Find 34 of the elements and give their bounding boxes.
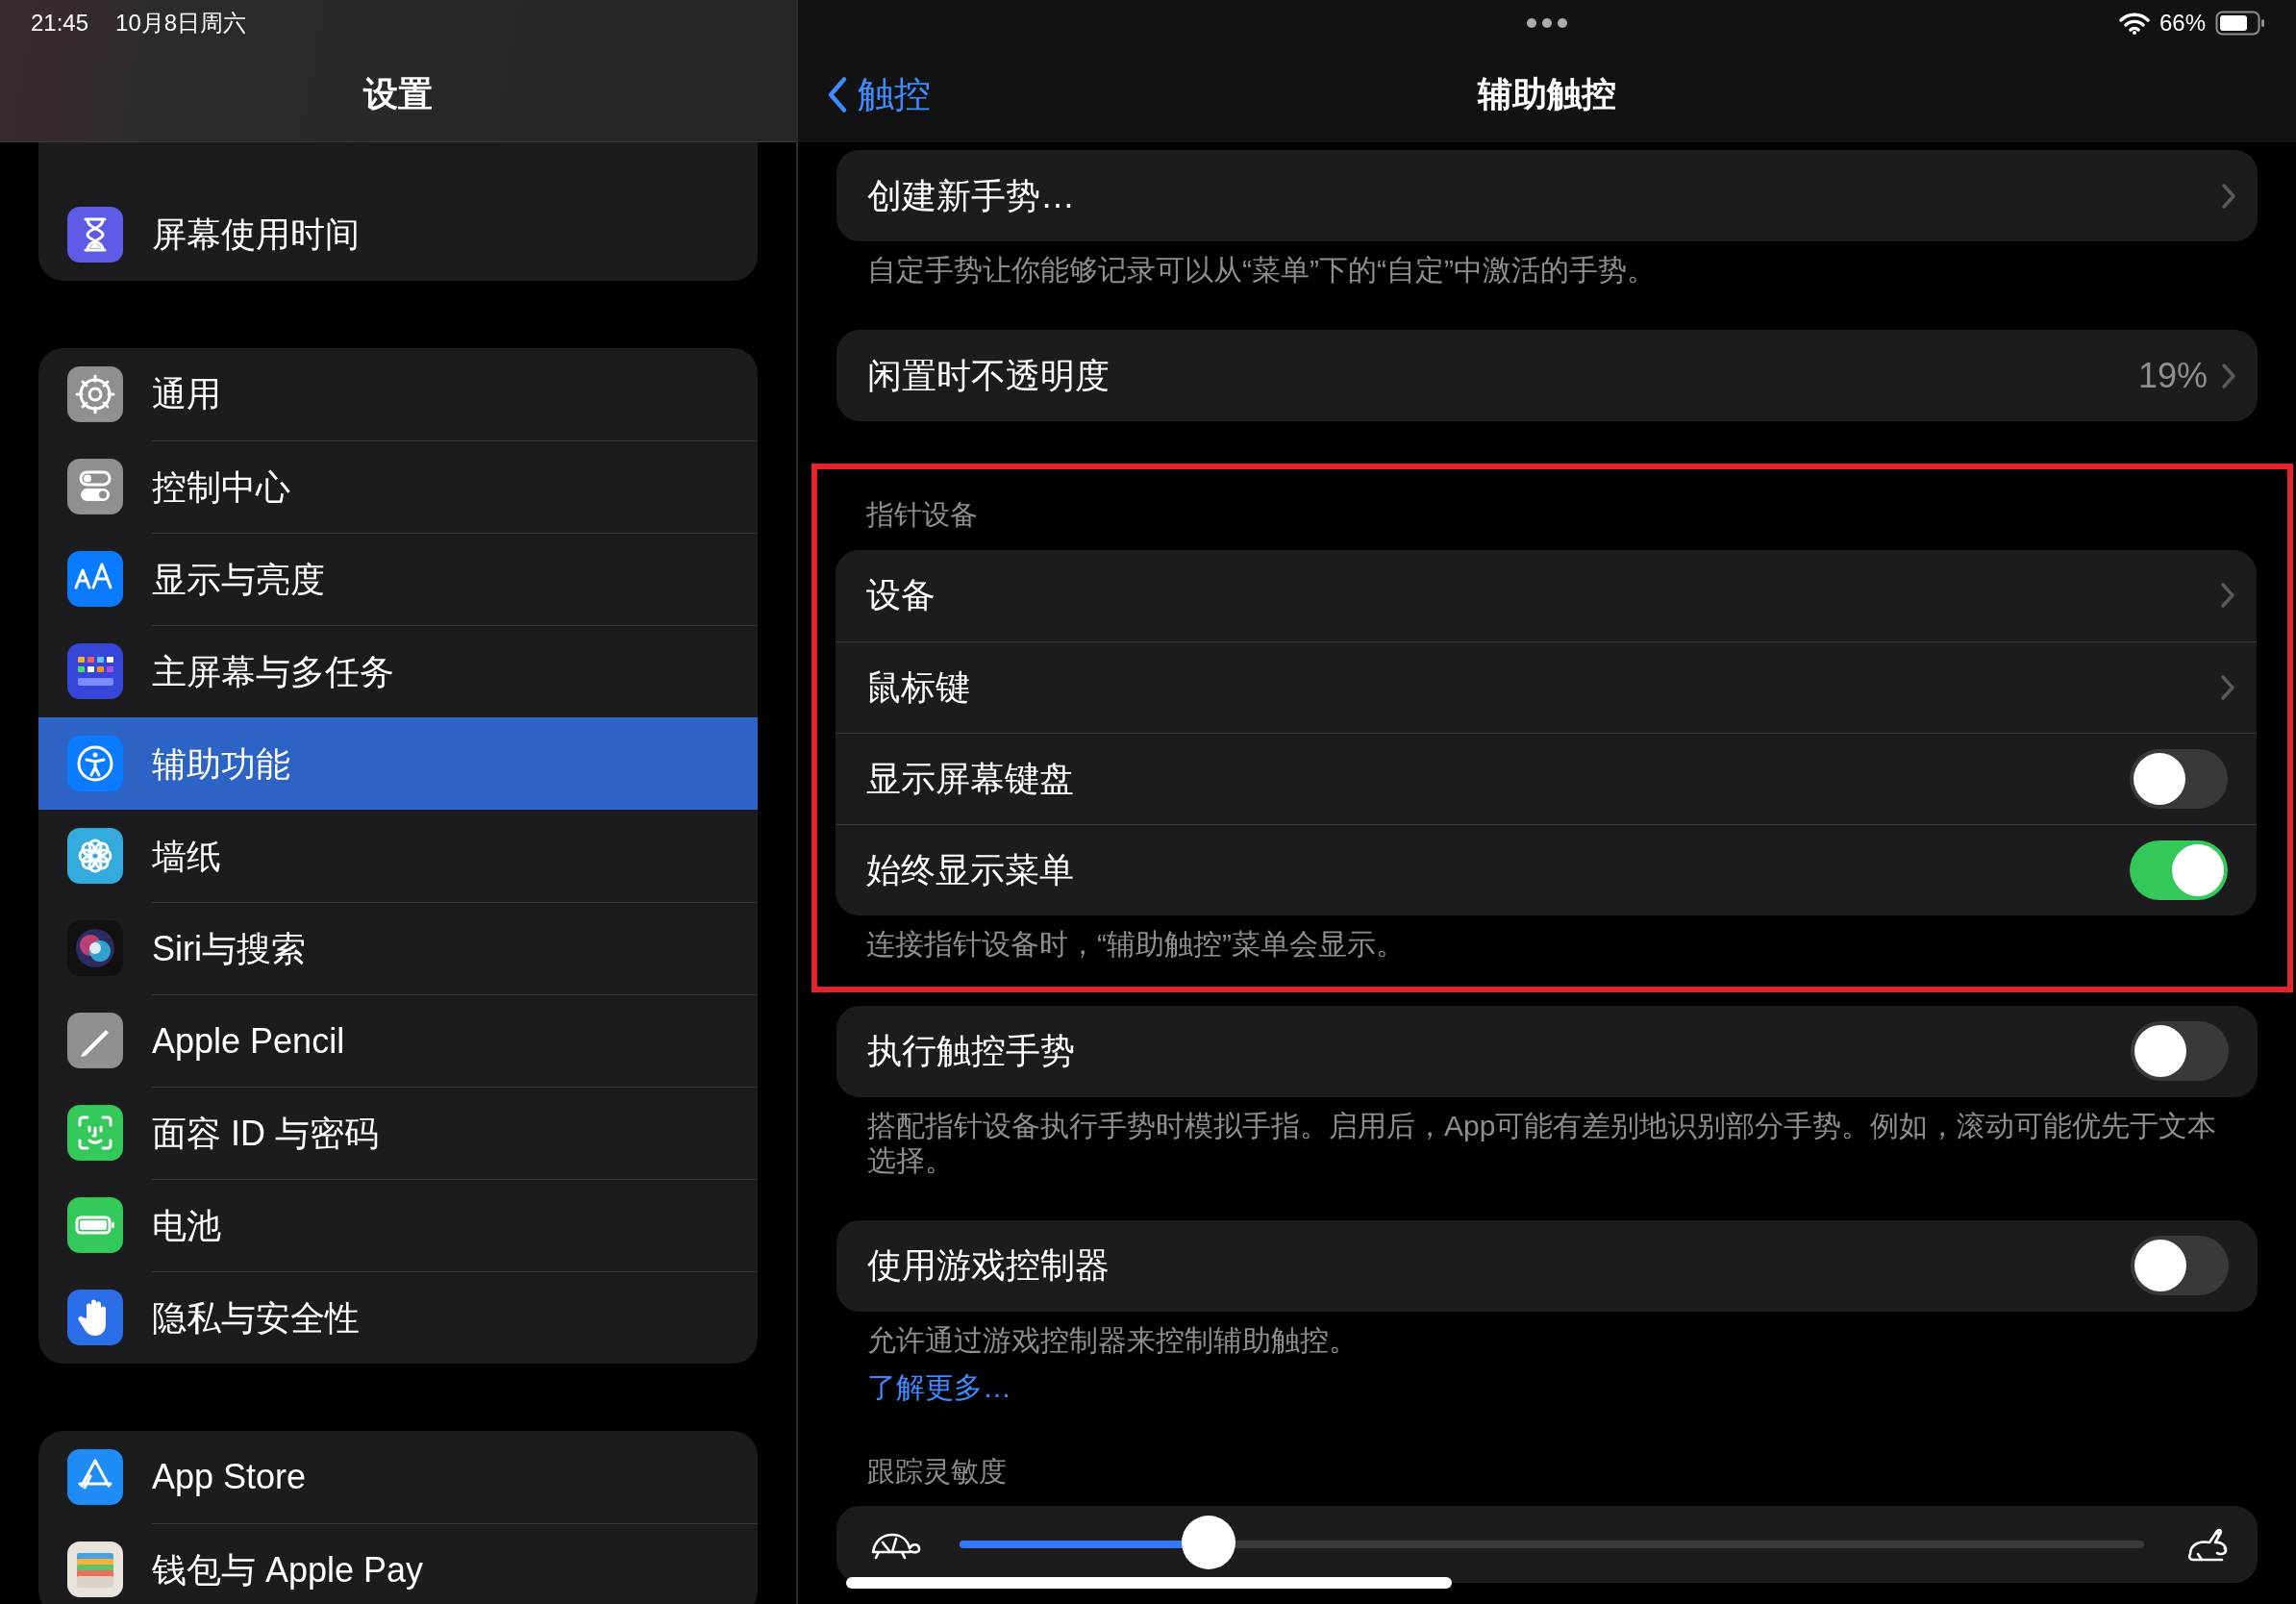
footer-note: 允许通过游戏控制器来控制辅助触控。 <box>866 1322 1359 1358</box>
row-label: 使用游戏控制器 <box>867 1244 1111 1287</box>
footer-note: 自定手势让你能够记录可以从“菜单”下的“自定”中激活的手势。 <box>866 253 1657 288</box>
footer-note: 连接指针设备时，“辅助触控”菜单会显示。 <box>865 926 1406 962</box>
footer-note: 搭配指针设备执行手势时模拟手指。启用后，App可能有差别地识别部分手势。例如，滚动可能优先于文本选择。 <box>866 1108 2218 1178</box>
sidebar-item[interactable]: 钱包与 Apple Pay <box>38 1523 758 1604</box>
sidebar-item[interactable]: 显示与亮度 <box>38 533 758 625</box>
status-date: 10月8日周六 <box>115 9 247 38</box>
row-label: 执行触控手势 <box>867 1030 1076 1072</box>
settings-row[interactable]: 闲置时不透明度 19% <box>836 330 2258 421</box>
battery-percent: 66% <box>2159 9 2206 38</box>
settings-row[interactable]: 设备 <box>836 549 2257 641</box>
back-button[interactable]: 触控 <box>819 66 938 122</box>
sidebar-item[interactable]: 辅助功能 <box>38 717 758 810</box>
nav-title: 辅助触控 <box>1478 73 1616 115</box>
nav-title: 设置 <box>363 72 433 115</box>
row-label: 显示屏幕键盘 <box>866 757 1075 800</box>
section-header: 指针设备 <box>865 498 979 532</box>
settings-row[interactable]: 鼠标键 <box>836 640 2257 733</box>
sidebar-item[interactable]: 面容 ID 与密码 <box>38 1087 758 1179</box>
sidebar-item[interactable]: 墙纸 <box>38 810 758 902</box>
learn-more-link[interactable]: 了解更多… <box>798 1357 2296 1409</box>
sidebar-item[interactable]: 屏幕使用时间 <box>38 188 758 281</box>
sidebar-item[interactable]: Siri与搜索 <box>38 902 758 994</box>
sidebar-item[interactable]: Apple Pencil <box>38 994 758 1087</box>
sidebar-item[interactable]: 电池 <box>38 1179 758 1271</box>
sidebar-item[interactable]: App Store <box>38 1431 758 1523</box>
row-label: 始终显示菜单 <box>866 848 1075 891</box>
status-time: 21:45 <box>31 9 89 38</box>
sidebar-item[interactable]: 通用 <box>38 348 758 440</box>
sidebar-item[interactable]: 控制中心 <box>38 440 758 533</box>
settings-row[interactable]: 创建新手势… <box>836 150 2258 241</box>
sidebar-item[interactable]: 隐私与安全性 <box>38 1271 758 1364</box>
section-header: 跟踪灵敏度 <box>866 1454 1008 1489</box>
